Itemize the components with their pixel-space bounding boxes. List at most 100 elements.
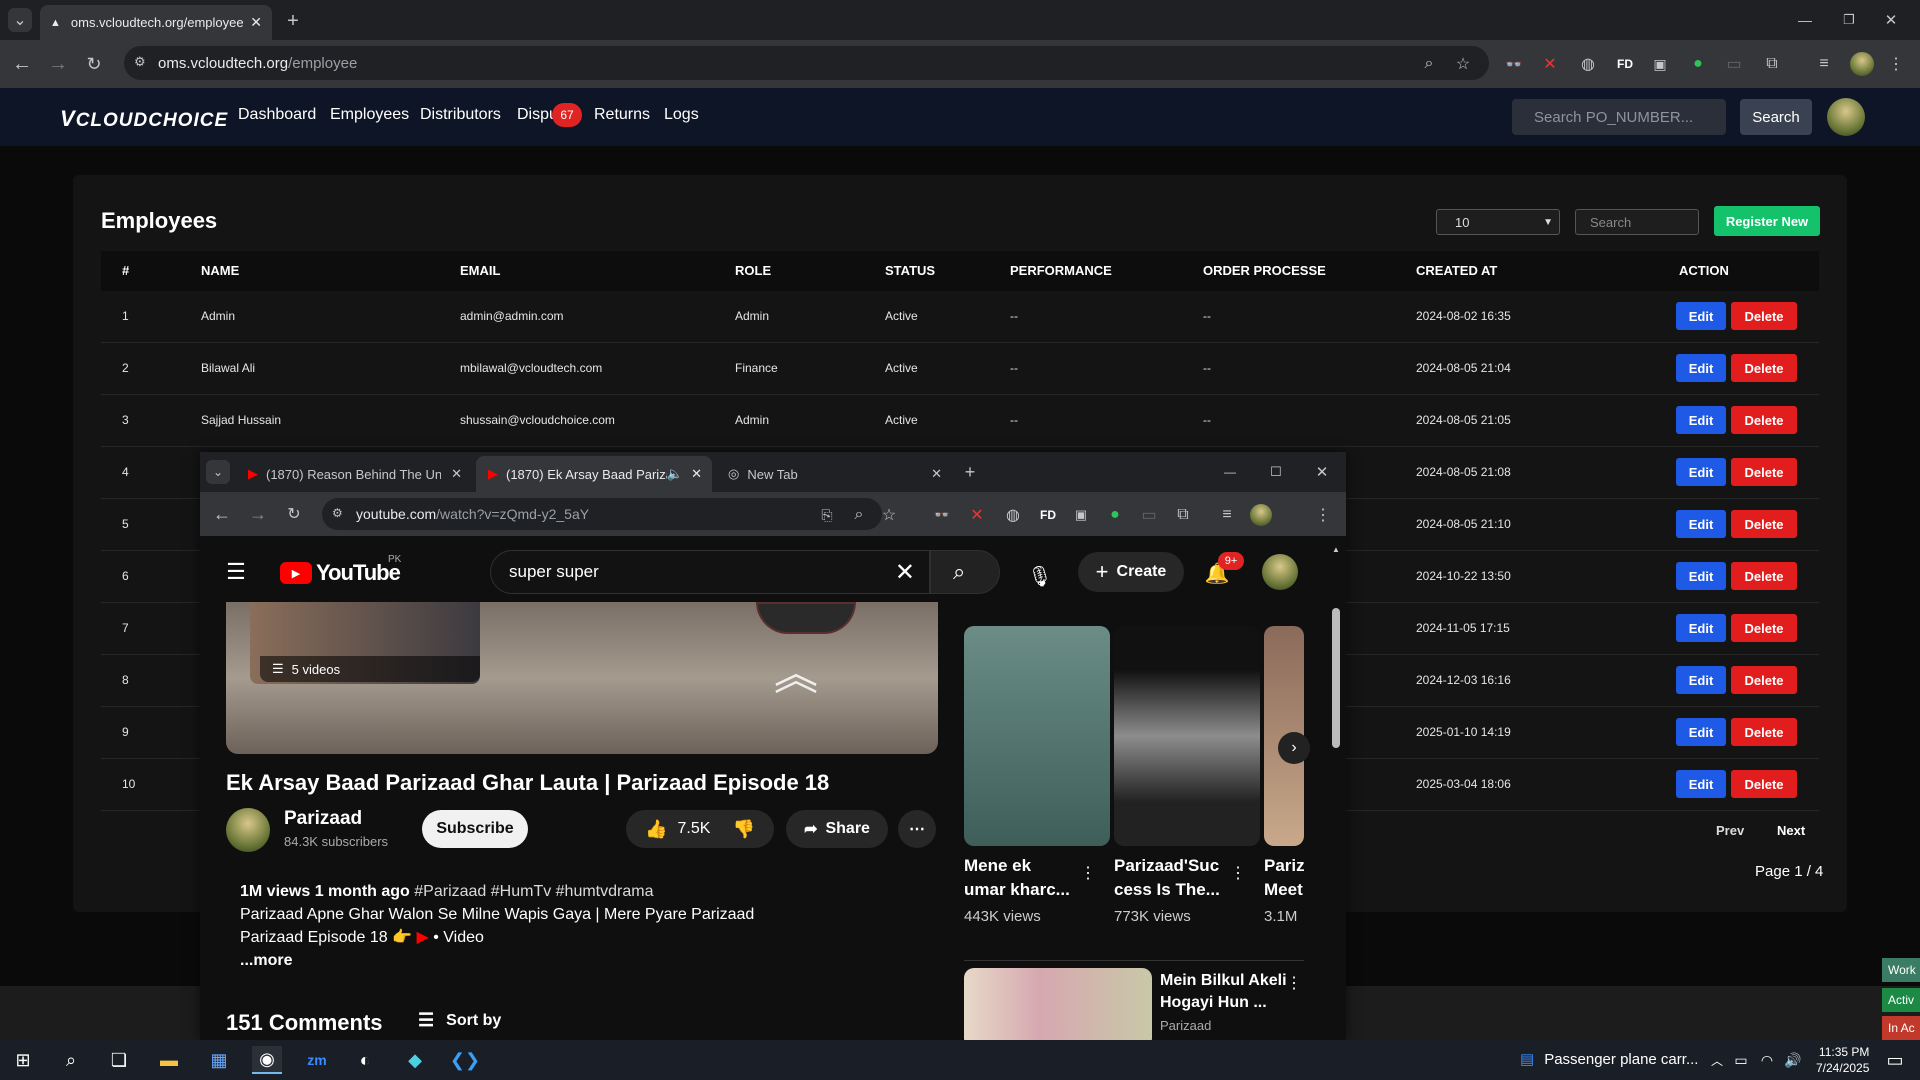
delete-button[interactable]: Delete [1731, 458, 1797, 486]
delete-button[interactable]: Delete [1731, 354, 1797, 382]
chevron-right-icon[interactable]: › [1278, 732, 1310, 764]
profile-avatar[interactable] [1850, 52, 1874, 76]
brand-logo[interactable]: VCLOUDCHOICE [60, 106, 228, 132]
reading-list-icon[interactable]: ≡ [1812, 53, 1836, 75]
edit-button[interactable]: Edit [1676, 614, 1726, 642]
short-title-2[interactable]: Parizaad'Suc cess Is The... [1114, 854, 1224, 902]
po-search-input[interactable]: Search PO_NUMBER... [1512, 99, 1726, 135]
short-thumbnail-1[interactable] [964, 626, 1110, 846]
edit-button[interactable]: Edit [1676, 562, 1726, 590]
taskbar-search-icon[interactable]: ⌕ [56, 1046, 86, 1074]
edit-button[interactable]: Edit [1676, 770, 1726, 798]
bookmark-star-icon[interactable]: ☆ [878, 504, 900, 526]
tab-search-icon[interactable]: ⌄ [8, 8, 32, 32]
nav-returns[interactable]: Returns [594, 106, 650, 124]
youtube-search-button[interactable]: ⌕ [930, 550, 1000, 594]
nav-logs[interactable]: Logs [664, 106, 699, 124]
task-view-icon[interactable]: ❏ [104, 1046, 134, 1074]
overlay-profile-avatar[interactable] [1250, 504, 1272, 526]
extension-globe-icon[interactable]: ◍ [1002, 504, 1024, 526]
overlay-new-tab-icon[interactable]: + [958, 460, 982, 484]
short-thumbnail-2[interactable] [1114, 626, 1260, 846]
recommended-thumbnail[interactable] [964, 968, 1152, 1040]
clear-search-icon[interactable]: ✕ [895, 558, 915, 587]
short-title-3[interactable]: Pariz Meet [1264, 854, 1304, 902]
extensions-puzzle-icon[interactable]: ⧉ [1760, 53, 1784, 75]
extension-image-icon[interactable]: ▣ [1648, 53, 1672, 75]
close-icon[interactable]: ✕ [931, 466, 942, 482]
new-tab-icon[interactable]: + [282, 10, 304, 32]
store-icon[interactable]: ▦ [204, 1046, 234, 1074]
extension-green-icon[interactable]: ● [1104, 504, 1126, 526]
edit-button[interactable]: Edit [1676, 666, 1726, 694]
recommended-menu-icon[interactable]: ⋮ [1286, 972, 1302, 994]
reload-icon[interactable]: ↻ [82, 52, 106, 76]
po-search-button[interactable]: Search [1740, 99, 1812, 135]
zoom-icon[interactable]: ⌕ [1418, 53, 1440, 75]
like-count[interactable]: 7.5K [678, 820, 711, 838]
reading-list-icon[interactable]: ≡ [1216, 504, 1238, 526]
menu-dots-icon[interactable]: ⋮ [1314, 504, 1332, 526]
extension-glasses-icon[interactable]: 👓 [930, 504, 954, 526]
close-icon[interactable]: ✕ [250, 14, 262, 31]
extension-green-icon[interactable]: ● [1686, 53, 1710, 75]
extension-image-icon[interactable]: ▣ [1070, 504, 1092, 526]
hamburger-menu-icon[interactable]: ☰ [222, 558, 250, 586]
scroll-up-icon[interactable]: ▲ [1330, 544, 1342, 554]
window-close-icon[interactable]: ✕ [1876, 10, 1906, 30]
more-actions-button[interactable]: ⋯ [898, 810, 936, 848]
news-widget[interactable]: ▤ Passenger plane carr... [1520, 1050, 1698, 1069]
notification-center-icon[interactable]: ▭ [1880, 1046, 1910, 1074]
delete-button[interactable]: Delete [1731, 666, 1797, 694]
show-more-link[interactable]: ...more [240, 949, 800, 972]
delete-button[interactable]: Delete [1731, 510, 1797, 538]
extension-glasses-icon[interactable]: 👓 [1502, 53, 1526, 75]
site-info-icon[interactable]: ⚙ [332, 506, 343, 520]
next-button[interactable]: Next [1777, 823, 1805, 838]
site-info-icon[interactable]: ⚙ [134, 54, 146, 70]
nav-distributors[interactable]: Distributors [420, 106, 501, 124]
zoom-app-icon[interactable]: zm [302, 1046, 332, 1074]
double-chevron-up-icon[interactable]: ︽ [774, 653, 818, 697]
short-title-1[interactable]: Mene ek umar kharc... [964, 854, 1074, 902]
extension-x-icon[interactable]: ✕ [1538, 53, 1562, 75]
dislike-icon[interactable]: 👎 [732, 819, 754, 840]
delete-button[interactable]: Delete [1731, 718, 1797, 746]
restore-icon[interactable]: ❐ [1834, 10, 1864, 30]
edit-button[interactable]: Edit [1676, 302, 1726, 330]
edit-button[interactable]: Edit [1676, 458, 1726, 486]
menu-dots-icon[interactable]: ⋮ [1886, 53, 1906, 75]
edit-button[interactable]: Edit [1676, 406, 1726, 434]
overlay-maximize-icon[interactable]: ☐ [1264, 460, 1288, 484]
delete-button[interactable]: Delete [1731, 406, 1797, 434]
scrollbar-thumb[interactable] [1332, 608, 1340, 748]
edit-button[interactable]: Edit [1676, 718, 1726, 746]
zoom-icon[interactable]: ⌕ [848, 504, 870, 526]
register-new-button[interactable]: Register New [1714, 206, 1820, 236]
vscode-icon[interactable]: ❮❯ [450, 1046, 480, 1074]
video-player[interactable]: ☰ 5 videos ︽ [226, 602, 938, 754]
status-tag-work[interactable]: Work [1882, 958, 1920, 982]
prev-button[interactable]: Prev [1716, 823, 1744, 838]
close-icon[interactable]: ✕ [691, 466, 702, 482]
status-tag-inactive[interactable]: In Ac [1882, 1016, 1920, 1040]
overlay-forward-icon[interactable]: → [246, 502, 270, 526]
youtube-search-input[interactable]: super super ✕ [490, 550, 930, 594]
overlay-address-bar[interactable]: ⚙ youtube.com/watch?v=zQmd-y2_5aY [322, 498, 882, 530]
channel-name[interactable]: Parizaad [284, 808, 362, 830]
chrome-taskbar-icon[interactable]: ◉ [252, 1046, 282, 1074]
overlay-reload-icon[interactable]: ↻ [282, 502, 306, 526]
speaker-icon[interactable]: 🔈 [667, 466, 683, 482]
extension-fd-icon[interactable]: FD [1036, 504, 1060, 526]
extension-x-icon[interactable]: ✕ [966, 504, 988, 526]
extension-cast-icon[interactable]: ▭ [1138, 504, 1160, 526]
overlay-minimize-icon[interactable]: — [1218, 460, 1242, 484]
delete-button[interactable]: Delete [1731, 302, 1797, 330]
file-explorer-icon[interactable]: ▬ [154, 1046, 184, 1074]
short-2-menu-icon[interactable]: ⋮ [1230, 862, 1246, 884]
nav-employees[interactable]: Employees [330, 106, 409, 124]
edit-button[interactable]: Edit [1676, 510, 1726, 538]
create-button[interactable]: + Create [1078, 552, 1184, 592]
overlay-close-icon[interactable]: ✕ [1310, 460, 1334, 484]
like-icon[interactable]: 👍 [645, 819, 667, 840]
